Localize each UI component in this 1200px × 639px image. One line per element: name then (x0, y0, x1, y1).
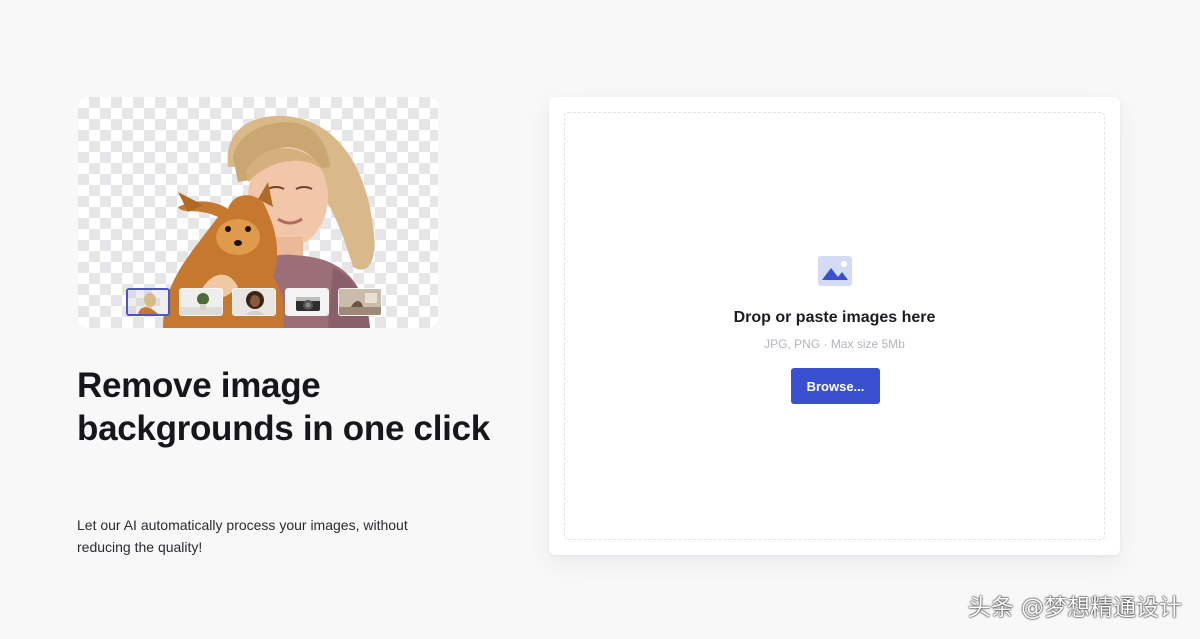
page-subtext: Let our AI automatically process your im… (77, 517, 408, 555)
upload-card: Drop or paste images here JPG, PNG · Max… (549, 97, 1120, 555)
page-headline: Remove image backgrounds in one click (77, 366, 490, 448)
thumbnail-room[interactable] (338, 288, 382, 316)
thumbnail-plant[interactable] (179, 288, 223, 316)
browse-button[interactable]: Browse... (791, 368, 880, 404)
file-format-hint: JPG, PNG · Max size 5Mb (764, 337, 905, 351)
hero-preview-image (78, 97, 438, 328)
thumbnail-camera[interactable] (285, 288, 329, 316)
thumbnail-strip (126, 286, 390, 318)
image-icon (818, 256, 852, 286)
thumbnail-woman-with-dog[interactable] (126, 288, 170, 316)
drop-title: Drop or paste images here (733, 309, 936, 326)
watermark: 头条 @梦想精通设计 (967, 595, 1182, 621)
thumbnail-portrait[interactable] (232, 288, 276, 316)
